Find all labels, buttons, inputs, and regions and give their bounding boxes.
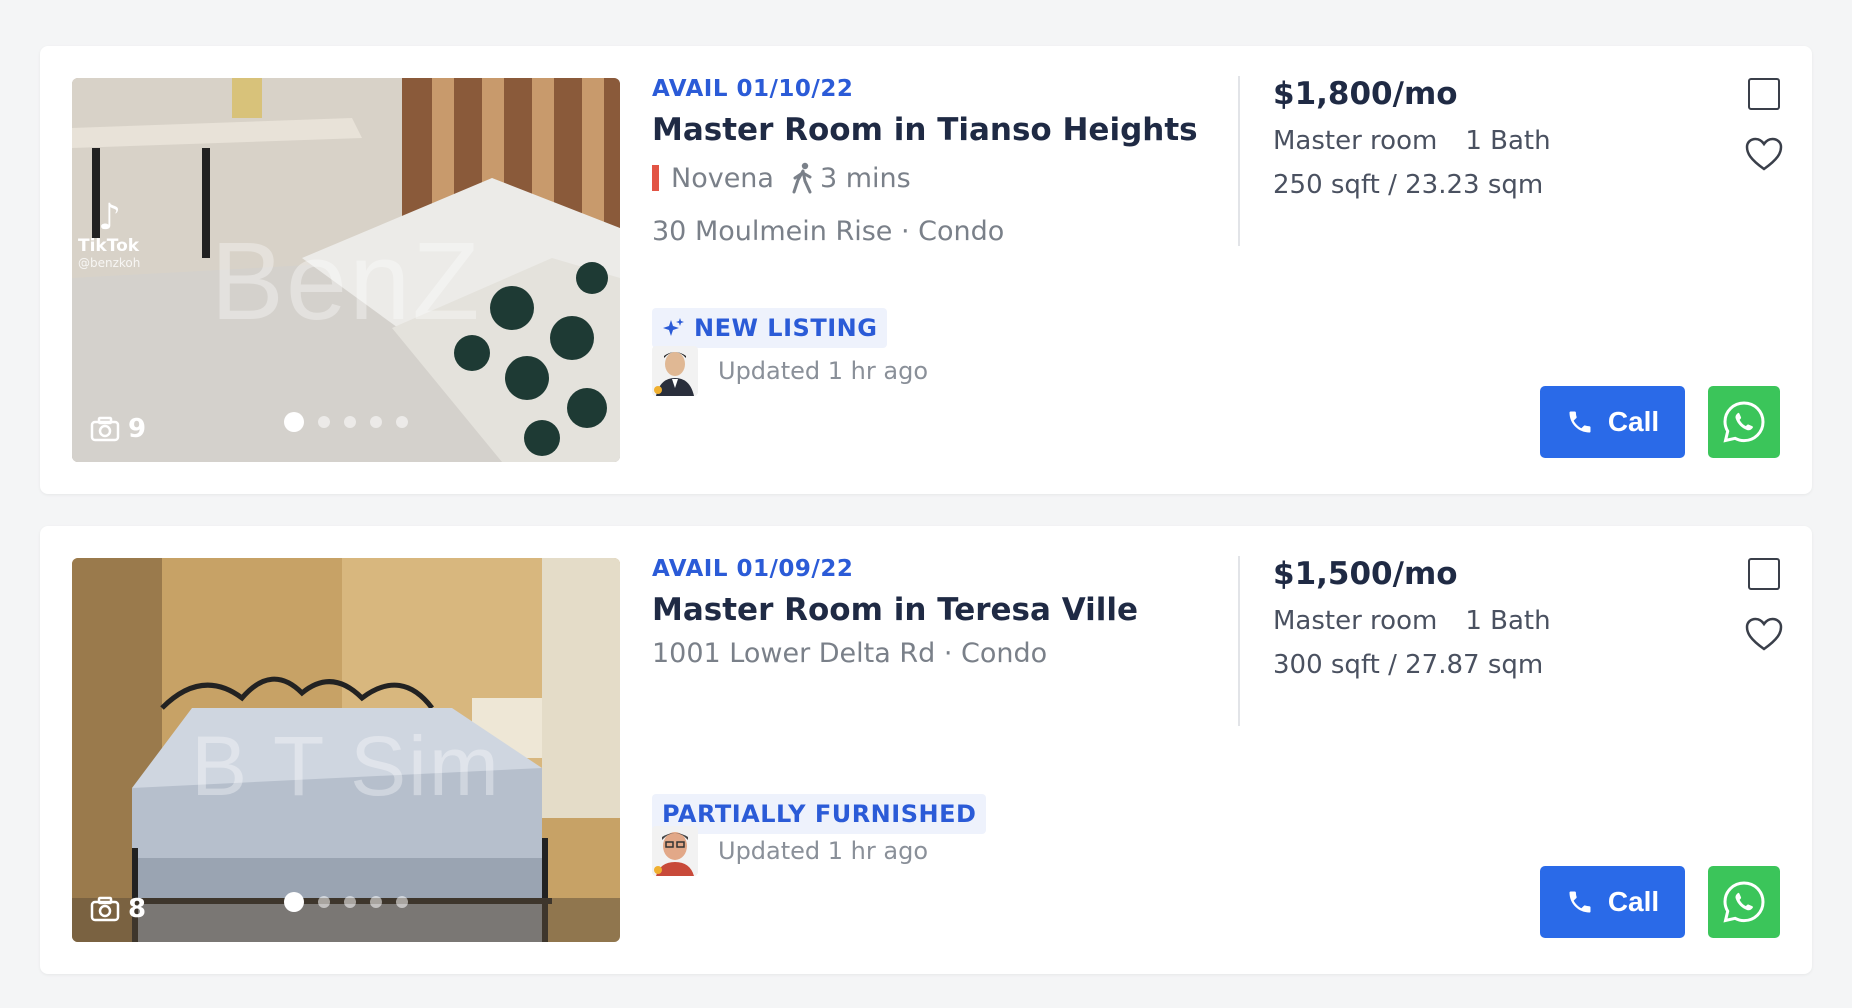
sparkle-icon	[663, 318, 684, 336]
whatsapp-icon	[1723, 401, 1765, 443]
price: $1,500/mo	[1273, 556, 1458, 592]
agent-info[interactable]: Updated 1 hr ago	[652, 826, 928, 876]
carousel-dot[interactable]	[284, 892, 304, 912]
tiktok-handle: @benzkoh	[78, 256, 141, 270]
price-column: $1,500/mo Master room 1 Bath 300 sqft / …	[1273, 556, 1551, 680]
agent-avatar[interactable]	[652, 826, 698, 876]
column-divider	[1238, 76, 1240, 246]
availability-date: AVAIL 01/09/22	[652, 556, 854, 582]
availability-date: AVAIL 01/10/22	[652, 76, 854, 102]
agent-photo	[652, 826, 698, 876]
mrt-line-marker	[652, 165, 659, 191]
new-listing-tag: NEW LISTING	[652, 308, 888, 348]
call-button[interactable]: Call	[1540, 386, 1685, 458]
bath-count: 1 Bath	[1465, 606, 1551, 636]
mrt-station: Novena	[671, 162, 774, 194]
whatsapp-icon	[1723, 881, 1765, 923]
carousel-dot[interactable]	[370, 896, 382, 908]
phone-icon	[1569, 411, 1591, 433]
compare-checkbox[interactable]	[1748, 558, 1780, 590]
call-label: Call	[1607, 406, 1660, 437]
price: $1,800/mo	[1273, 76, 1458, 112]
carousel-dot[interactable]	[318, 896, 330, 908]
listing-photo[interactable]: B T Sim 8	[72, 558, 620, 942]
walking-person-icon	[792, 162, 812, 194]
compare-checkbox[interactable]	[1748, 78, 1780, 110]
room-type: Master room	[1273, 126, 1438, 156]
listing-info: AVAIL 01/10/22 Master Room in Tianso Hei…	[652, 76, 1252, 247]
agent-info[interactable]: Updated 1 hr ago	[652, 346, 928, 396]
carousel-dot[interactable]	[396, 416, 408, 428]
listing-info: AVAIL 01/09/22 Master Room in Teresa Vil…	[652, 556, 1252, 669]
carousel-dot[interactable]	[370, 416, 382, 428]
tag-label: NEW LISTING	[694, 314, 878, 342]
photo-count: 8	[90, 894, 146, 924]
carousel-dot[interactable]	[284, 412, 304, 432]
camera-icon	[90, 896, 120, 922]
call-button[interactable]: Call	[1540, 866, 1685, 938]
carousel-dot[interactable]	[318, 416, 330, 428]
heart-icon[interactable]	[1744, 616, 1784, 652]
call-label: Call	[1607, 886, 1660, 917]
address: 1001 Lower Delta Rd · Condo	[652, 638, 1048, 669]
tiktok-badge: ♪ TikTok @benzkoh	[78, 197, 168, 271]
phone-icon	[1569, 891, 1591, 913]
listings-page: BenZ ♪ TikTok @benzkoh 9 AVAIL 01/10/22 …	[0, 0, 1852, 1008]
price-column: $1,800/mo Master room 1 Bath 250 sqft / …	[1273, 76, 1551, 200]
room-specs: Master room 1 Bath	[1273, 126, 1551, 156]
tiktok-name: TikTok	[78, 236, 140, 256]
mrt-info: Novena 3 mins	[652, 162, 1252, 194]
carousel-dot[interactable]	[344, 416, 356, 428]
tiktok-icon: ♪	[98, 197, 121, 238]
photo-count-value: 9	[128, 414, 147, 444]
listing-card[interactable]: BenZ ♪ TikTok @benzkoh 9 AVAIL 01/10/22 …	[40, 46, 1812, 494]
photo-watermark: B T Sim	[191, 719, 501, 813]
listing-title[interactable]: Master Room in Tianso Heights	[652, 112, 1252, 148]
address: 30 Moulmein Rise · Condo	[652, 216, 1005, 247]
whatsapp-button[interactable]	[1708, 386, 1780, 458]
floor-size: 300 sqft / 27.87 sqm	[1273, 650, 1544, 680]
listing-title[interactable]: Master Room in Teresa Ville	[652, 592, 1252, 628]
room-specs: Master room 1 Bath	[1273, 606, 1551, 636]
agent-avatar[interactable]	[652, 346, 698, 396]
carousel-dots[interactable]	[284, 412, 408, 432]
room-type: Master room	[1273, 606, 1438, 636]
carousel-dot[interactable]	[344, 896, 356, 908]
agent-photo	[652, 346, 698, 396]
whatsapp-button[interactable]	[1708, 866, 1780, 938]
floor-size: 250 sqft / 23.23 sqm	[1273, 170, 1544, 200]
photo-count-value: 8	[128, 894, 147, 924]
photo-count: 9	[90, 414, 146, 444]
listing-photo[interactable]: BenZ ♪ TikTok @benzkoh 9	[72, 78, 620, 462]
updated-time: Updated 1 hr ago	[718, 357, 929, 385]
tag-label: PARTIALLY FURNISHED	[662, 800, 977, 828]
carousel-dots[interactable]	[284, 892, 408, 912]
heart-icon[interactable]	[1744, 136, 1784, 172]
updated-time: Updated 1 hr ago	[718, 837, 929, 865]
listing-card[interactable]: B T Sim 8 AVAIL 01/09/22 Master Room in …	[40, 526, 1812, 974]
column-divider	[1238, 556, 1240, 726]
bath-count: 1 Bath	[1465, 126, 1551, 156]
camera-icon	[90, 416, 120, 442]
carousel-dot[interactable]	[396, 896, 408, 908]
walk-time: 3 mins	[819, 162, 911, 194]
